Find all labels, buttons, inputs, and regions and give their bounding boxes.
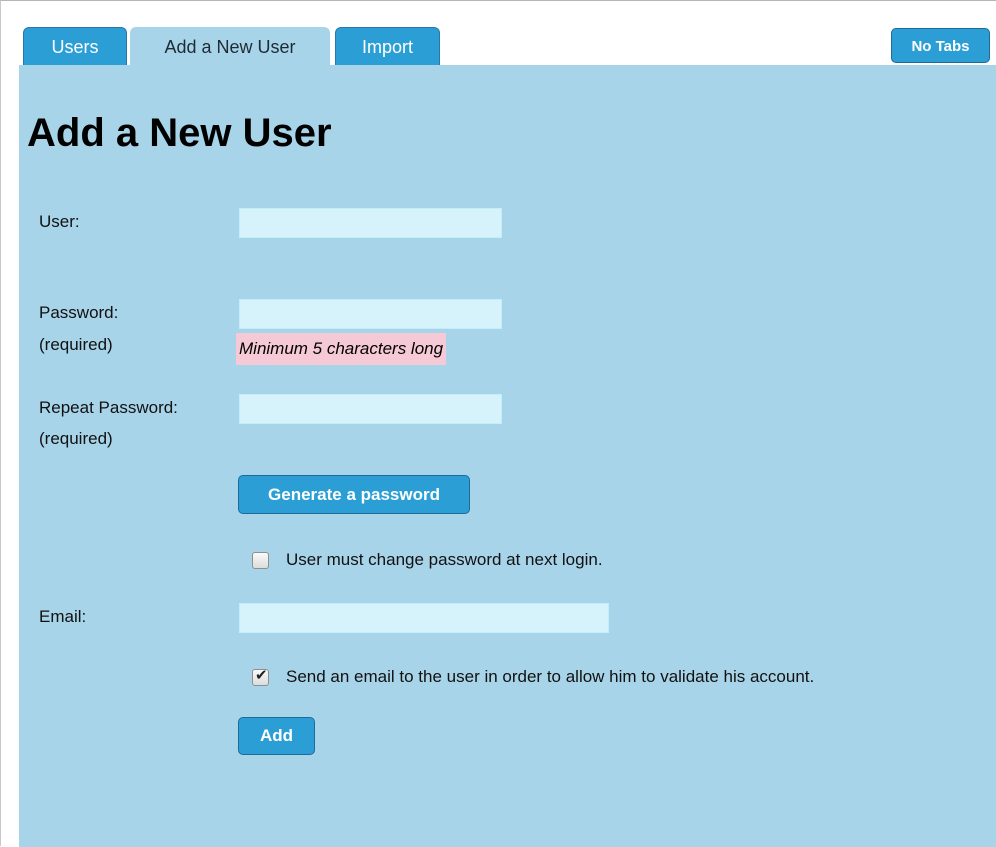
page-title: Add a New User bbox=[27, 111, 332, 155]
no-tabs-button[interactable]: No Tabs bbox=[891, 28, 990, 63]
user-input[interactable] bbox=[239, 208, 502, 238]
password-input[interactable] bbox=[239, 299, 502, 329]
email-input[interactable] bbox=[239, 603, 609, 633]
email-label: Email: bbox=[39, 607, 87, 626]
add-user-panel: Add a New User User: Password: (required… bbox=[19, 65, 996, 847]
user-label: User: bbox=[39, 212, 80, 231]
must-change-password-option[interactable]: User must change password at next login. bbox=[252, 548, 603, 572]
repeat-password-required-label: (required) bbox=[39, 429, 113, 448]
generate-password-button[interactable]: Generate a password bbox=[238, 475, 470, 514]
must-change-password-checkbox[interactable] bbox=[252, 551, 269, 569]
password-required-label: (required) bbox=[39, 335, 113, 354]
tab-bar: Users Add a New User Import bbox=[19, 13, 996, 65]
send-email-label[interactable]: Send an email to the user in order to al… bbox=[286, 667, 814, 687]
must-change-password-label[interactable]: User must change password at next login. bbox=[286, 550, 603, 570]
tab-import[interactable]: Import bbox=[335, 27, 440, 65]
send-email-checkbox[interactable]: ✔ bbox=[252, 666, 269, 686]
add-button[interactable]: Add bbox=[238, 717, 315, 755]
password-label: Password: bbox=[39, 303, 119, 322]
password-hint: Minimum 5 characters long bbox=[236, 333, 447, 365]
send-email-option[interactable]: ✔ Send an email to the user in order to … bbox=[252, 665, 814, 689]
tab-users[interactable]: Users bbox=[23, 27, 127, 65]
window-frame: Users Add a New User Import No Tabs Add … bbox=[0, 0, 996, 847]
tab-add-new-user[interactable]: Add a New User bbox=[130, 27, 330, 65]
repeat-password-label: Repeat Password: bbox=[39, 398, 178, 417]
checkmark-icon: ✔ bbox=[255, 666, 268, 684]
repeat-password-input[interactable] bbox=[239, 394, 502, 424]
